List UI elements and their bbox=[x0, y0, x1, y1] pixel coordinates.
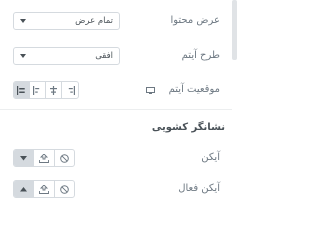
active-icon-row: آیکن فعال bbox=[0, 177, 232, 201]
item-type-row: طرح آیتم افقی bbox=[0, 44, 232, 68]
item-type-label: طرح آیتم bbox=[181, 50, 220, 61]
align-left-alt-icon bbox=[33, 85, 42, 95]
content-width-select[interactable]: تمام عرض bbox=[13, 12, 120, 30]
align-start-button[interactable] bbox=[14, 82, 30, 98]
scrollbar[interactable] bbox=[232, 0, 237, 60]
content-width-label: عرض محتوا bbox=[170, 15, 220, 26]
item-position-row: موقعیت آیتم bbox=[0, 78, 232, 102]
caret-up-icon bbox=[20, 186, 27, 192]
active-icon-none-button[interactable] bbox=[55, 181, 74, 197]
chevron-down-icon bbox=[20, 54, 26, 58]
section-divider bbox=[0, 109, 232, 110]
align-start-alt-button[interactable] bbox=[30, 82, 46, 98]
settings-panel: عرض محتوا تمام عرض طرح آیتم افقی موقعیت … bbox=[0, 0, 237, 217]
desktop-icon[interactable] bbox=[146, 87, 155, 94]
content-width-row: عرض محتوا تمام عرض bbox=[0, 9, 232, 33]
align-end-button[interactable] bbox=[62, 82, 78, 98]
align-center-button[interactable] bbox=[46, 82, 62, 98]
active-icon-upload-button[interactable] bbox=[34, 181, 55, 197]
item-type-value: افقی bbox=[95, 51, 113, 61]
upload-icon bbox=[39, 153, 49, 163]
ban-icon bbox=[60, 184, 69, 194]
icon-upload-button[interactable] bbox=[34, 150, 55, 166]
active-icon-label: آیکن فعال bbox=[178, 183, 220, 194]
item-position-buttons bbox=[13, 81, 79, 99]
active-icon-picker bbox=[13, 180, 75, 198]
align-left-icon bbox=[17, 85, 26, 95]
active-icon-dropdown-button[interactable] bbox=[14, 181, 34, 197]
icon-picker bbox=[13, 149, 75, 167]
icon-label: آیکن bbox=[201, 152, 220, 163]
align-right-icon bbox=[66, 85, 75, 95]
align-center-icon bbox=[49, 85, 58, 95]
chevron-down-icon bbox=[20, 19, 26, 23]
item-type-select[interactable]: افقی bbox=[13, 47, 120, 65]
content-width-value: تمام عرض bbox=[75, 16, 113, 26]
icon-dropdown-button[interactable] bbox=[14, 150, 34, 166]
dropdown-indicator-title: نشانگر کشویی bbox=[151, 122, 225, 133]
icon-row: آیکن bbox=[0, 146, 232, 170]
upload-icon bbox=[39, 184, 49, 194]
item-position-label: موقعیت آیتم bbox=[168, 84, 220, 95]
caret-down-icon bbox=[20, 155, 27, 161]
ban-icon bbox=[60, 153, 69, 163]
icon-none-button[interactable] bbox=[55, 150, 74, 166]
